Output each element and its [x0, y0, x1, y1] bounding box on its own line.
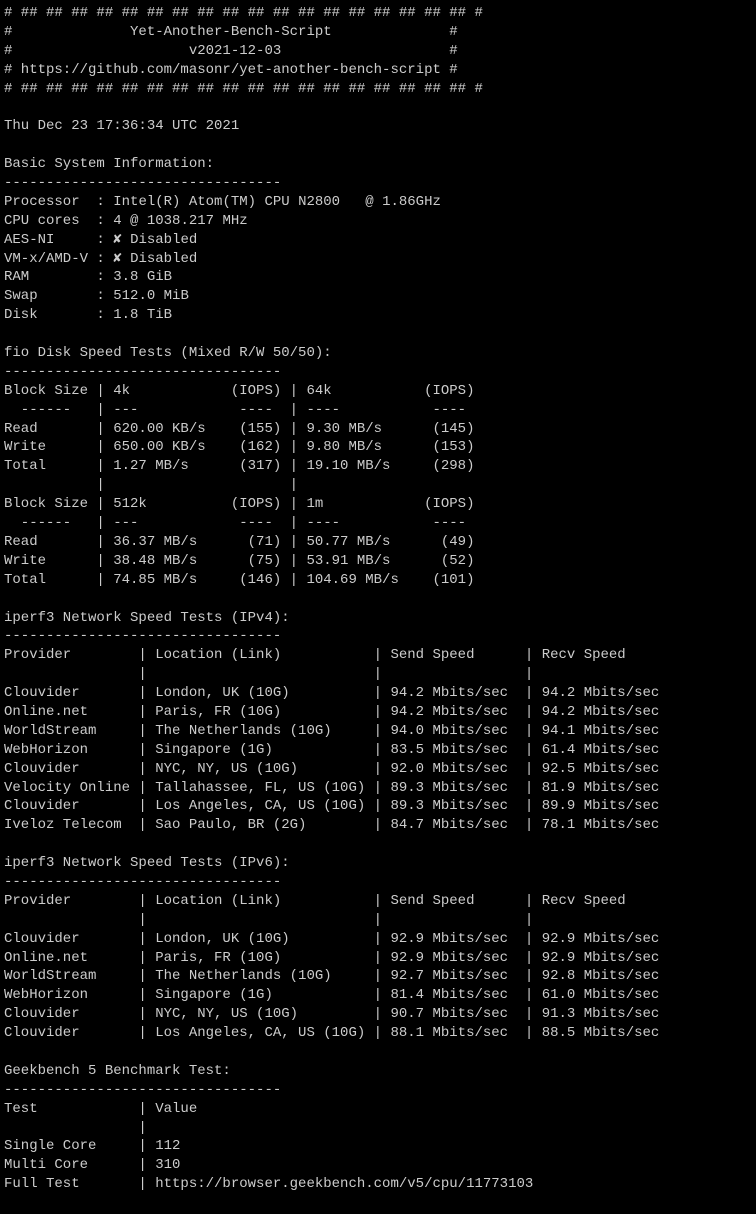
iperf4-row: Velocity Online | Tallahassee, FL, US (1…: [4, 780, 668, 796]
geekbench-multi-core: Multi Core | 310: [4, 1157, 407, 1173]
iperf4-row: Clouvider | London, UK (10G) | 94.2 Mbit…: [4, 685, 668, 701]
sysinfo-aesni: Disabled: [130, 232, 197, 248]
fio-read-2: Read | 36.37 MB/s (71) | 50.77 MB/s (49): [4, 534, 474, 550]
iperf6-row: WebHorizon | Singapore (1G) | 81.4 Mbits…: [4, 987, 668, 1003]
iperf4-row: Clouvider | Los Angeles, CA, US (10G) | …: [4, 798, 668, 814]
sysinfo-processor-label: Processor :: [4, 194, 105, 210]
sysinfo-ram: 3.8 GiB: [113, 269, 172, 285]
iperf6-columns: Provider | Location (Link) | Send Speed …: [4, 893, 668, 909]
sysinfo-dashes: ---------------------------------: [4, 175, 281, 191]
fio-dashes-2: ------ | --- ---- | ---- ----: [4, 515, 474, 531]
iperf6-dashes: ---------------------------------: [4, 874, 281, 890]
fio-total-2: Total | 74.85 MB/s (146) | 104.69 MB/s (…: [4, 572, 474, 588]
fio-dashes-1: ------ | --- ---- | ---- ----: [4, 402, 474, 418]
banner-url: # https://github.com/masonr/yet-another-…: [4, 62, 458, 78]
iperf6-row: Clouvider | London, UK (10G) | 92.9 Mbit…: [4, 931, 668, 947]
iperf4-header: iperf3 Network Speed Tests (IPv4):: [4, 610, 290, 626]
iperf6-row: Clouvider | Los Angeles, CA, US (10G) | …: [4, 1025, 668, 1041]
geekbench-single-core: Single Core | 112: [4, 1138, 407, 1154]
geekbench-dashes: ---------------------------------: [4, 1082, 281, 1098]
fio-header: fio Disk Speed Tests (Mixed R/W 50/50):: [4, 345, 332, 361]
iperf4-columns: Provider | Location (Link) | Send Speed …: [4, 647, 668, 663]
sysinfo-vmx: Disabled: [130, 251, 197, 267]
fio-total-1: Total | 1.27 MB/s (317) | 19.10 MB/s (29…: [4, 458, 474, 474]
fio-block-header-2: Block Size | 512k (IOPS) | 1m (IOPS): [4, 496, 474, 512]
terminal-output: # ## ## ## ## ## ## ## ## ## ## ## ## ##…: [0, 0, 756, 1198]
sysinfo-swap-label: Swap :: [4, 288, 105, 304]
banner-version: # v2021-12-03 #: [4, 43, 458, 59]
sysinfo-vmx-label: VM-x/AMD-V :: [4, 251, 105, 267]
iperf4-row: Iveloz Telecom | Sao Paulo, BR (2G) | 84…: [4, 817, 668, 833]
run-timestamp: Thu Dec 23 17:36:34 UTC 2021: [4, 118, 239, 134]
iperf4-row: WorldStream | The Netherlands (10G) | 94…: [4, 723, 668, 739]
geekbench-full-test: Full Test | https://browser.geekbench.co…: [4, 1176, 533, 1192]
geekbench-header: Geekbench 5 Benchmark Test:: [4, 1063, 231, 1079]
iperf4-row: WebHorizon | Singapore (1G) | 83.5 Mbits…: [4, 742, 668, 758]
iperf4-row: Clouvider | NYC, NY, US (10G) | 92.0 Mbi…: [4, 761, 668, 777]
sysinfo-aesni-label: AES-NI :: [4, 232, 105, 248]
iperf4-dashes: ---------------------------------: [4, 628, 281, 644]
banner-title: # Yet-Another-Bench-Script #: [4, 24, 458, 40]
fio-write-1: Write | 650.00 KB/s (162) | 9.80 MB/s (1…: [4, 439, 474, 455]
sysinfo-swap: 512.0 MiB: [113, 288, 189, 304]
sysinfo-cores-label: CPU cores :: [4, 213, 105, 229]
sysinfo-header: Basic System Information:: [4, 156, 214, 172]
sysinfo-cores: 4 @ 1038.217 MHz: [113, 213, 247, 229]
fio-block-header-1: Block Size | 4k (IOPS) | 64k (IOPS): [4, 383, 474, 399]
sysinfo-disk-label: Disk :: [4, 307, 105, 323]
sysinfo-disk: 1.8 TiB: [113, 307, 172, 323]
banner-border-bottom: # ## ## ## ## ## ## ## ## ## ## ## ## ##…: [4, 81, 483, 97]
sysinfo-ram-label: RAM :: [4, 269, 105, 285]
banner-border-top: # ## ## ## ## ## ## ## ## ## ## ## ## ##…: [4, 5, 483, 21]
cross-icon: ✘: [113, 232, 121, 248]
iperf6-row: WorldStream | The Netherlands (10G) | 92…: [4, 968, 668, 984]
iperf6-blank: | | |: [4, 912, 668, 928]
iperf6-row: Clouvider | NYC, NY, US (10G) | 90.7 Mbi…: [4, 1006, 668, 1022]
geekbench-blank: |: [4, 1120, 407, 1136]
cross-icon: ✘: [113, 251, 121, 267]
iperf4-blank: | | |: [4, 666, 668, 682]
fio-blank-1: | |: [4, 477, 474, 493]
iperf4-row: Online.net | Paris, FR (10G) | 94.2 Mbit…: [4, 704, 668, 720]
fio-read-1: Read | 620.00 KB/s (155) | 9.30 MB/s (14…: [4, 421, 474, 437]
sysinfo-processor: Intel(R) Atom(TM) CPU N2800 @ 1.86GHz: [113, 194, 441, 210]
fio-dashes: ---------------------------------: [4, 364, 281, 380]
geekbench-columns: Test | Value: [4, 1101, 407, 1117]
iperf6-header: iperf3 Network Speed Tests (IPv6):: [4, 855, 290, 871]
fio-write-2: Write | 38.48 MB/s (75) | 53.91 MB/s (52…: [4, 553, 474, 569]
iperf6-row: Online.net | Paris, FR (10G) | 92.9 Mbit…: [4, 950, 668, 966]
